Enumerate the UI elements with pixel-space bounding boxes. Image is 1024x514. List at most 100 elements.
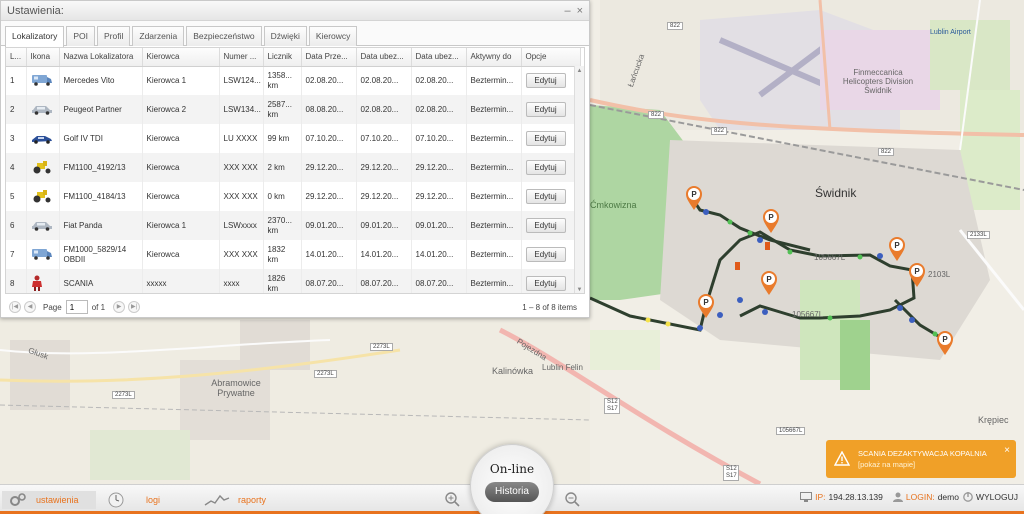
cell-lp: 7 [6,240,27,269]
col-header-icon[interactable]: Ikona [26,48,60,67]
van-icon [31,73,53,88]
col-header-date-insurance-2[interactable]: Data ubez... [411,48,467,67]
svg-text:P: P [942,335,948,344]
last-page-icon[interactable]: ▶| [128,301,141,313]
road-label-105667l: 105667L [814,253,846,262]
col-header-active-until[interactable]: Aktywny do [466,48,522,67]
cell-counter: 1832 km [263,240,302,269]
col-header-name[interactable]: Nazwa Lokalizatora [59,48,143,67]
window-titlebar[interactable]: Ustawienia: – × [1,1,589,21]
table-scrollbar[interactable]: ▲ ▼ [574,66,584,293]
col-header-date-review[interactable]: Data Prze... [301,48,357,67]
logs-button[interactable]: logi [108,491,160,509]
road-sign-822: 822 [667,22,684,30]
table-row[interactable]: 8 SCANIA xxxxx xxxx 1826 km 08.07.20... 08.07.… [6,269,581,293]
edit-button[interactable]: Edytuj [525,247,566,262]
col-header-date-insurance-1[interactable]: Data ubez... [356,48,412,67]
cell-date-review: 02.08.20... [301,66,357,95]
table-header-row: L... Ikona Nazwa Lokalizatora Kierowca N… [6,48,581,67]
power-icon[interactable] [963,492,973,502]
first-page-icon[interactable]: |◀ [9,301,21,313]
cell-options: Edytuj [521,124,581,153]
user-icon [892,492,903,502]
cell-driver: Kierowca [142,240,220,269]
svg-text:P: P [768,213,774,222]
table-row[interactable]: 4 FM1100_4192/13 Kierowca XXX XXX 2 km 29.12.… [6,153,581,182]
next-page-icon[interactable]: ▶ [113,301,126,313]
prev-page-icon[interactable]: ◀ [24,301,36,313]
tab-poi[interactable]: POI [66,26,96,46]
sportscar-icon [31,132,53,146]
alert-close-button[interactable]: × [1004,445,1010,456]
cell-name: SCANIA [59,269,143,293]
cell-driver: Kierowca [142,153,220,182]
zoom-out-icon[interactable] [564,491,580,507]
cell-date-review: 07.10.20... [301,124,357,153]
table-row[interactable]: 3 Golf IV TDI Kierowca LU XXXX 99 km 07.10.20… [6,124,581,153]
window-title: Ustawienia: [7,4,64,17]
tab-lokalizatory[interactable]: Lokalizatory [5,26,65,47]
col-header-number[interactable]: Numer ... [219,48,264,67]
edit-button[interactable]: Edytuj [525,189,566,204]
cell-date-insurance-1: 02.08.20... [356,66,412,95]
edit-button[interactable]: Edytuj [525,73,566,89]
cell-active-until: Beztermin... [466,269,522,293]
warning-icon [834,451,850,466]
zoom-in-icon[interactable] [444,491,460,507]
tab-profil[interactable]: Profil [97,26,131,46]
cell-icon [26,153,60,182]
parking-pin-icon[interactable]: P [697,293,715,319]
parking-pin-icon[interactable]: P [936,330,954,356]
edit-button[interactable]: Edytuj [525,276,566,291]
car-icon [31,103,53,117]
col-header-lp[interactable]: L... [6,48,27,67]
online-mode-button[interactable]: On-line [481,462,543,480]
cell-date-insurance-2: 29.12.20... [411,153,467,182]
edit-button[interactable]: Edytuj [525,102,566,117]
tab-kierowcy[interactable]: Kierowcy [308,26,358,46]
history-mode-button[interactable]: Historia [485,482,539,502]
cell-icon [26,269,60,293]
cell-number: XXX XXX [219,153,264,182]
tab-zdarzenia[interactable]: Zdarzenia [132,26,185,46]
cell-lp: 4 [6,153,27,182]
logout-button[interactable]: WYLOGUJ [976,492,1018,502]
table-row[interactable]: 6 Fiat Panda Kierowca 1 LSWxxxx 2370... km 09… [6,211,581,240]
col-header-driver[interactable]: Kierowca [142,48,220,67]
cell-counter: 2587... km [263,95,302,124]
minimize-button[interactable]: – [564,5,570,17]
cell-icon [26,182,60,211]
tab-dzwieki[interactable]: Dźwięki [263,26,307,46]
reports-button[interactable]: raporty [204,491,266,509]
col-header-options[interactable]: Opcje [521,48,581,67]
table-row[interactable]: 1 Mercedes Vito Kierowca 1 LSW124... 1358...… [6,66,581,95]
parking-pin-icon[interactable]: P [760,270,778,296]
scroll-down-icon[interactable]: ▼ [575,285,584,293]
cell-name: Golf IV TDI [59,124,143,153]
edit-button[interactable]: Edytuj [525,218,566,233]
parking-pin-icon[interactable]: P [762,208,780,234]
svg-text:P: P [691,190,697,199]
parking-pin-icon[interactable]: P [888,236,906,262]
cell-icon [26,95,60,124]
alert-notification[interactable]: SCANIA DEZAKTYWACJA KOPALNIA [pokaż na m… [826,440,1016,478]
login-label: LOGIN: [905,492,935,502]
table-row[interactable]: 2 Peugeot Partner Kierowca 2 LSW134... 2587.… [6,95,581,124]
van-icon [31,247,53,262]
tab-bezpieczenstwo[interactable]: Bezpieczeństwo [186,26,262,46]
parking-pin-icon[interactable]: P [908,262,926,288]
close-button[interactable]: × [577,5,583,17]
table-row[interactable]: 5 FM1100_4184/13 Kierowca XXX XXX 0 km 29.12.… [6,182,581,211]
page-input[interactable] [65,300,88,314]
map-label-finmeccanica: Finmeccanica Helicopters Division Świdni… [842,68,914,95]
edit-button[interactable]: Edytuj [525,160,566,175]
scroll-up-icon[interactable]: ▲ [575,66,584,76]
road-sign-105667l: 105667L [776,427,806,435]
cell-options: Edytuj [521,153,581,182]
edit-button[interactable]: Edytuj [525,131,566,146]
alert-show-on-map-link[interactable]: [pokaż na mapie] [858,459,1004,470]
col-header-counter[interactable]: Licznik [263,48,302,67]
table-row[interactable]: 7 FM1000_5829/14 OBDII Kierowca XXX XXX 1832… [6,240,581,269]
parking-pin-icon[interactable]: P [685,185,703,211]
settings-button[interactable]: ustawienia [2,491,96,509]
